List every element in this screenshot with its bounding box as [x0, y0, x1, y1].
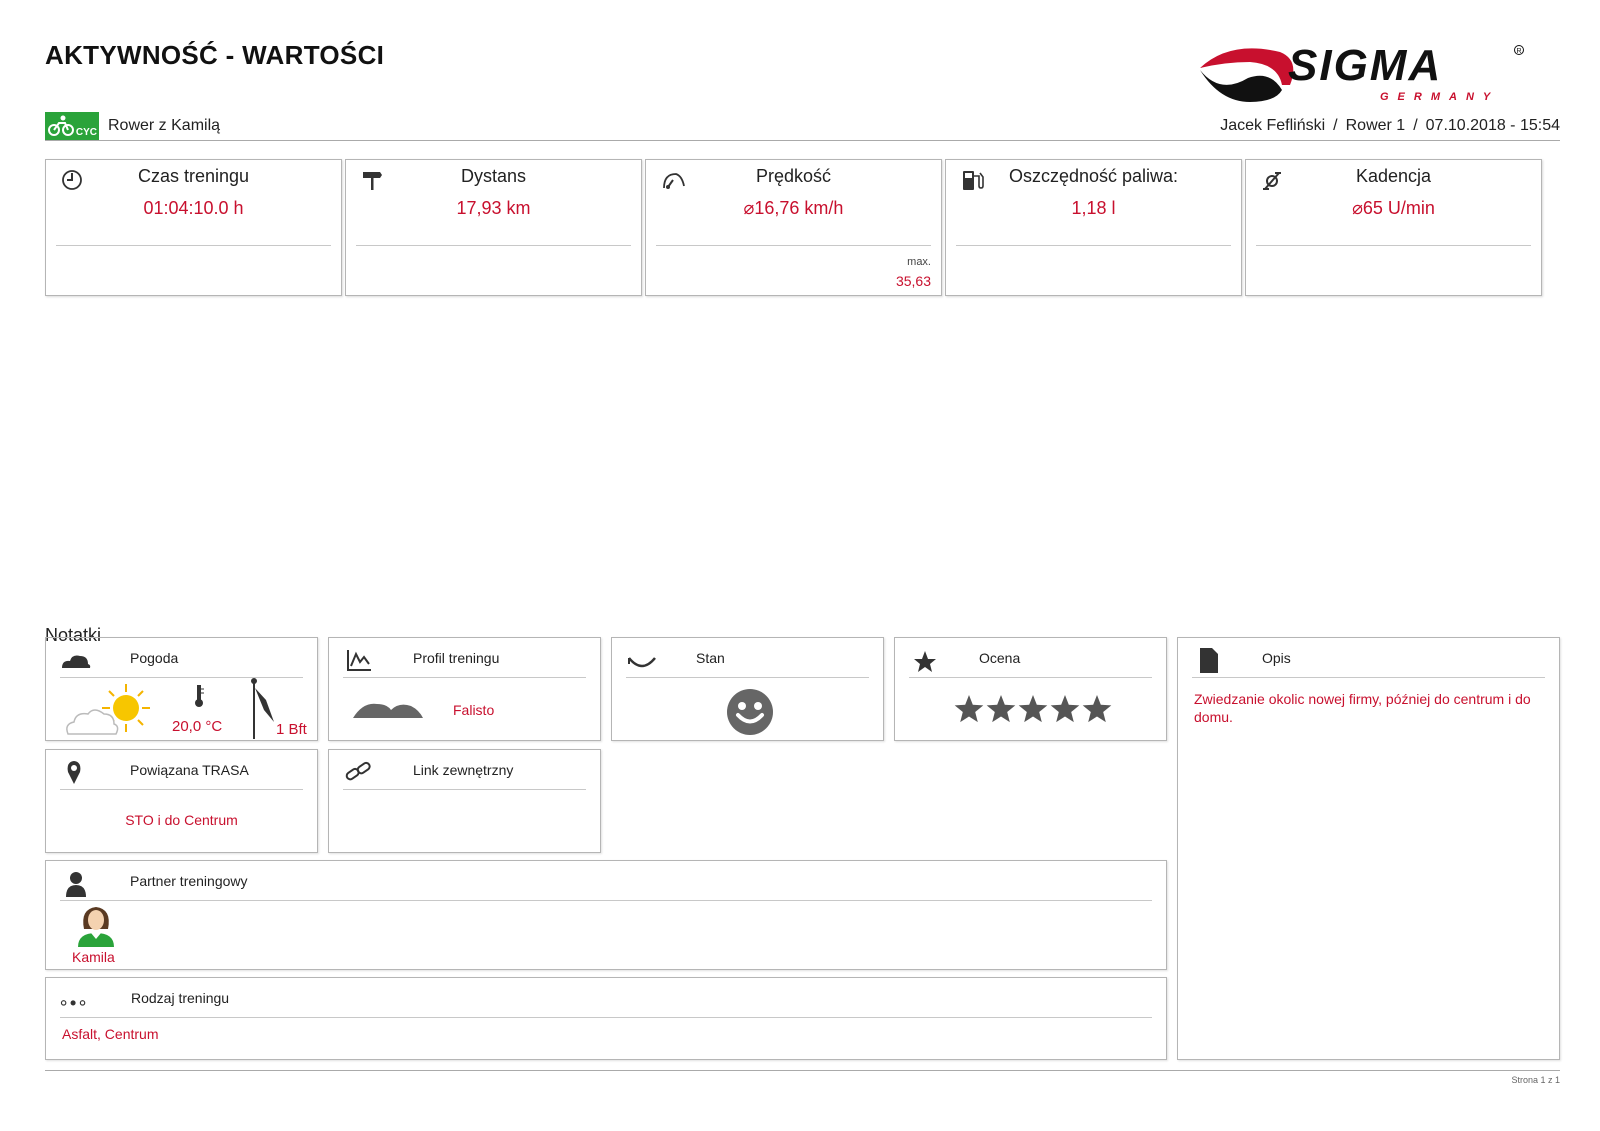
- note-training-type: Rodzaj treningu Asfalt, Centrum: [45, 977, 1167, 1060]
- stat-max-label: max.: [907, 256, 931, 268]
- activity-type-badge: CYC: [45, 112, 99, 140]
- note-condition: Stan: [611, 637, 884, 741]
- activity-datetime: 07.10.2018 - 15:54: [1425, 117, 1560, 134]
- rating-star[interactable]: [1050, 695, 1080, 723]
- stat-value: ⌀65 U/min: [1352, 198, 1435, 218]
- note-training-profile: Profil treningu Falisto: [328, 637, 601, 741]
- note-title: Partner treningowy: [130, 873, 248, 889]
- note-training-partner: Partner treningowy Kamila: [45, 860, 1167, 970]
- note-divider: [1192, 677, 1545, 678]
- bike-name: Rower 1: [1345, 117, 1406, 134]
- stat-label: Prędkość: [755, 166, 832, 186]
- partner-avatar[interactable]: [74, 903, 118, 947]
- note-title: Stan: [696, 650, 725, 666]
- logo-subtext: GERMANY: [1380, 91, 1499, 103]
- stat-value: 17,93 km: [456, 198, 531, 218]
- note-title: Rodzaj treningu: [131, 990, 230, 1006]
- user-name: Jacek Fefliński: [1220, 117, 1326, 134]
- hilly-profile-icon: [353, 703, 423, 718]
- user-silhouette-icon: [66, 872, 86, 897]
- document-icon: [1200, 648, 1218, 673]
- more-dots-icon: [60, 1000, 86, 1006]
- stat-speed: Prędkość ⌀16,76 km/h max. 35,63: [645, 159, 942, 296]
- note-title: Powiązana TRASA: [130, 762, 249, 778]
- description-text: Zwiedzanie okolic nowej firmy, później d…: [1194, 691, 1531, 725]
- sun-cloud-icon: [66, 684, 150, 735]
- logo-text: SIGMA: [1288, 41, 1442, 90]
- stat-divider: [1256, 245, 1531, 246]
- activity-meta: Jacek Fefliński / Rower 1/07.10.2018 - 15:…: [1220, 117, 1560, 134]
- note-title: Ocena: [979, 650, 1021, 666]
- stat-value: 1,18 l: [1071, 198, 1116, 218]
- rating-stars-graphic: [954, 695, 1112, 723]
- note-rating: Ocena: [894, 637, 1167, 741]
- weather-temperature: 20,0 °C: [172, 718, 223, 735]
- thermometer-icon: [195, 685, 204, 707]
- stat-label: Dystans: [460, 166, 527, 186]
- activity-name: Rower z Kamilą: [108, 117, 221, 134]
- training-type-value: Asfalt, Centrum: [62, 1026, 159, 1042]
- stat-training-time: Czas treningu 01:04:10.0 h: [45, 159, 342, 296]
- stat-label: Oszczędność paliwa:: [1008, 166, 1179, 186]
- stat-divider: [56, 245, 331, 246]
- stat-divider: [956, 245, 1231, 246]
- partner-name[interactable]: Kamila: [72, 949, 115, 965]
- link-chain-icon: [345, 761, 371, 781]
- rating-stars: [953, 693, 1113, 727]
- rating-star[interactable]: [954, 695, 984, 723]
- map-pin-icon: [67, 761, 81, 784]
- note-description: Opis Zwiedzanie okolic nowej firmy, późn…: [1177, 637, 1560, 1060]
- stat-max-value: 35,63: [895, 273, 931, 289]
- page-number: Strona 1 z 1: [1511, 1075, 1560, 1085]
- note-external-link: Link zewnętrzny: [328, 749, 601, 853]
- stat-distance: Dystans 17,93 km: [345, 159, 642, 296]
- rating-star[interactable]: [1082, 695, 1112, 723]
- smiley-face-icon: [727, 689, 773, 735]
- note-divider: [60, 900, 1152, 901]
- wind-flag-icon: [251, 678, 274, 739]
- profile-value: Falisto: [453, 702, 495, 718]
- route-value[interactable]: STO i do Centrum: [46, 812, 317, 828]
- stat-fuel-saving: Oszczędność paliwa: 1,18 l: [945, 159, 1242, 296]
- note-divider: [60, 1017, 1152, 1018]
- stat-value: ⌀16,76 km/h: [743, 198, 844, 218]
- star-icon: [914, 651, 936, 672]
- chart-line-icon: [347, 650, 371, 671]
- note-title: Profil treningu: [413, 650, 500, 666]
- stat-divider: [356, 245, 631, 246]
- note-title: Pogoda: [130, 650, 179, 666]
- cloud-icon: [62, 655, 91, 668]
- header-divider: [45, 140, 1560, 141]
- weather-wind: 1 Bft: [276, 721, 307, 738]
- rating-star[interactable]: [1018, 695, 1048, 723]
- svg-text:R: R: [1517, 48, 1522, 55]
- note-weather: Pogoda 20,0 °C 1 Bft: [45, 637, 318, 741]
- stat-label: Kadencja: [1355, 166, 1432, 186]
- activity-type-label: CYC: [75, 127, 97, 138]
- footer-divider: [45, 1070, 1560, 1071]
- stat-value: 01:04:10.0 h: [143, 198, 244, 218]
- rating-star[interactable]: [986, 695, 1016, 723]
- stat-divider: [656, 245, 931, 246]
- note-divider: [60, 789, 303, 790]
- page-title: AKTYWNOŚĆ - WARTOŚCI: [45, 40, 385, 70]
- sigma-logo: SIGMA GERMANY R: [1200, 41, 1524, 103]
- note-divider: [626, 677, 869, 678]
- note-title: Opis: [1262, 650, 1291, 666]
- note-title: Link zewnętrzny: [413, 762, 514, 778]
- mood-curve-icon: [628, 657, 656, 668]
- note-route: Powiązana TRASA STO i do Centrum: [45, 749, 318, 853]
- note-divider: [343, 789, 586, 790]
- bicycle-icon: [48, 115, 74, 136]
- stat-label: Czas treningu: [137, 166, 250, 186]
- stat-cadence: Kadencja ⌀65 U/min: [1245, 159, 1542, 296]
- note-divider: [343, 677, 586, 678]
- note-divider: [909, 677, 1152, 678]
